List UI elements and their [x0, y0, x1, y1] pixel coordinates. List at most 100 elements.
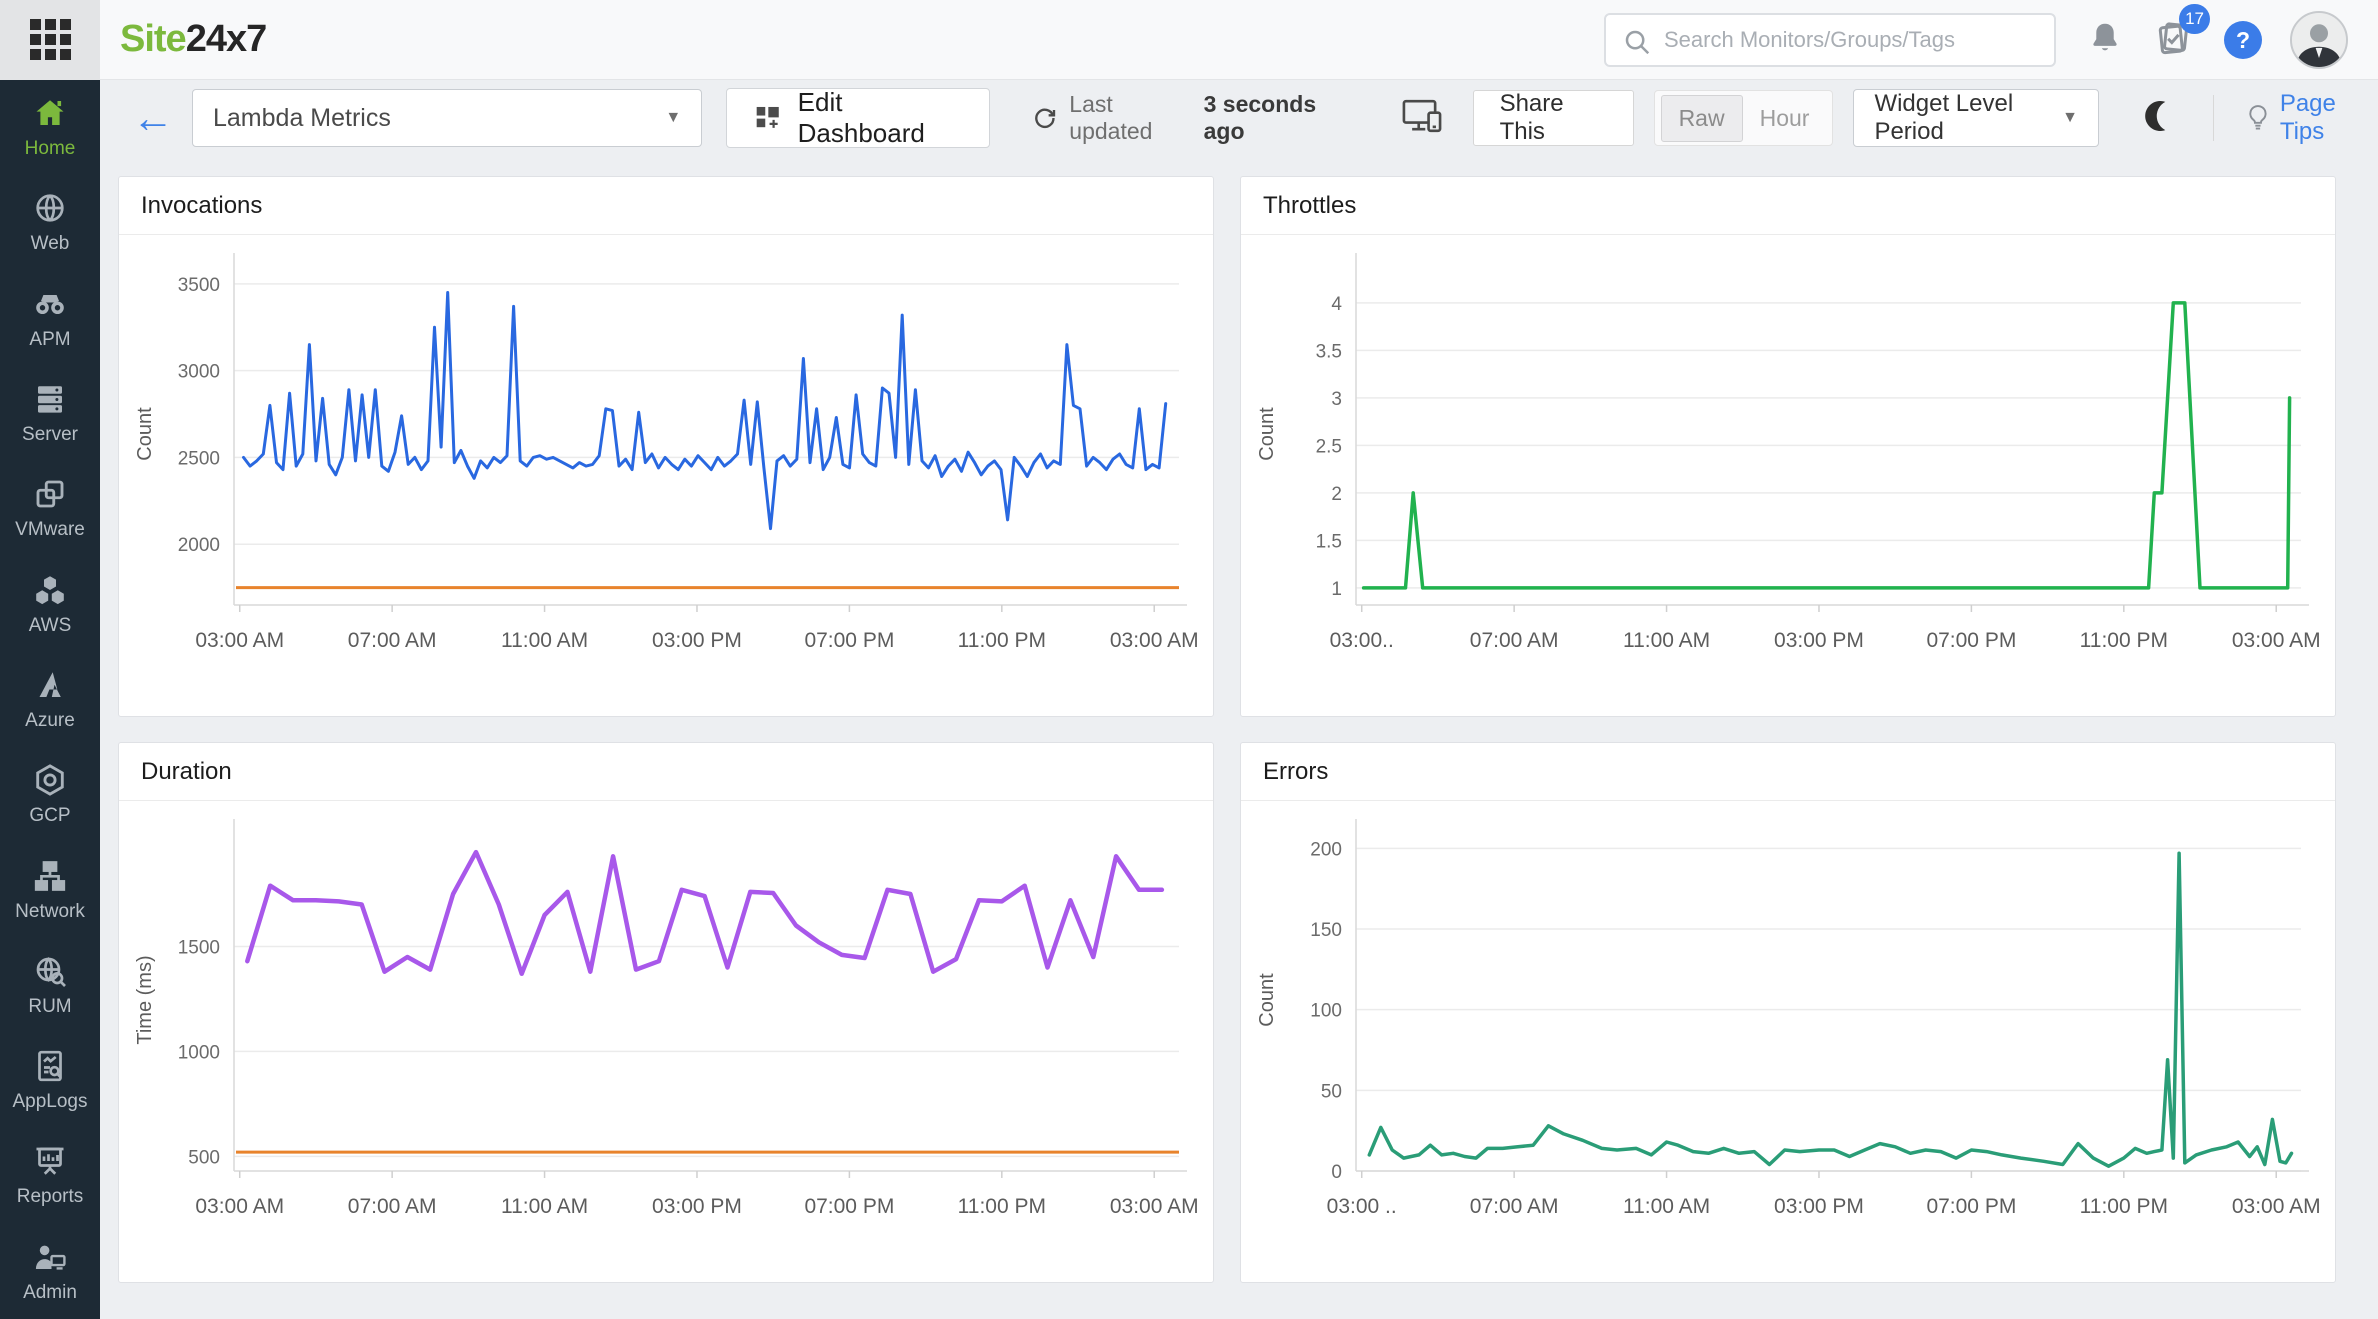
edit-dashboard-icon [756, 106, 779, 128]
last-updated-label: Last updated [1069, 91, 1153, 144]
moon-icon [2145, 100, 2166, 131]
sidebar-item-label: Reports [16, 1186, 84, 1208]
user-avatar[interactable] [2290, 11, 2348, 69]
svg-text:03:00 AM: 03:00 AM [195, 1195, 284, 1218]
dashboard-selector[interactable]: Lambda Metrics ▼ [192, 89, 703, 147]
sidebar-item-label: Web [30, 233, 70, 255]
panel-title-throttles: Throttles [1241, 177, 2335, 235]
sidebar-item-admin[interactable]: Admin [0, 1224, 100, 1319]
sidebar-item-gcp[interactable]: GCP [0, 747, 100, 842]
sidebar-item-label: RUM [28, 995, 72, 1017]
dark-mode-toggle[interactable] [2141, 98, 2177, 139]
edit-dashboard-label: Edit Dashboard [797, 87, 925, 148]
sidebar-item-label: Azure [25, 709, 75, 731]
reports-icon [36, 1148, 64, 1176]
svg-text:2000: 2000 [178, 535, 220, 556]
chevron-down-icon: ▼ [2062, 109, 2078, 126]
top-bar: Site24x7 Search Monitors/Groups/Tags 17 … [0, 0, 2378, 80]
back-button[interactable]: ← [132, 97, 174, 139]
network-icon [34, 860, 66, 891]
svg-text:3000: 3000 [178, 362, 220, 383]
toolbar-divider [2213, 95, 2214, 141]
gcp-icon [36, 764, 64, 796]
sidebar-item-server[interactable]: Server [0, 366, 100, 461]
notifications-bell-button[interactable] [2086, 19, 2124, 62]
chevron-down-icon: ▼ [665, 109, 682, 126]
svg-text:07:00 PM: 07:00 PM [1926, 629, 2016, 652]
period-selector[interactable]: Widget Level Period ▼ [1853, 89, 2099, 147]
sidebar-item-apm[interactable]: APM [0, 271, 100, 366]
sidebar-item-applogs[interactable]: AppLogs [0, 1033, 100, 1128]
sidebar-item-network[interactable]: Network [0, 842, 100, 937]
last-updated-value: 3 seconds ago [1203, 91, 1317, 144]
responsive-view-icon[interactable] [1399, 97, 1445, 140]
share-this-button[interactable]: Share This [1472, 90, 1634, 146]
sidebar-item-label: Network [15, 900, 85, 922]
svg-text:50: 50 [1321, 1081, 1342, 1102]
sidebar-item-aws[interactable]: AWS [0, 556, 100, 651]
granularity-hour-option[interactable]: Hour [1743, 96, 1827, 141]
sidebar-item-azure[interactable]: Azure [0, 652, 100, 747]
sidebar-item-rum[interactable]: RUM [0, 938, 100, 1033]
sidebar-item-home[interactable]: Home [0, 80, 100, 175]
svg-text:07:00 PM: 07:00 PM [804, 1195, 894, 1218]
alarms-tasks-button[interactable]: 17 [2154, 3, 2210, 63]
help-button[interactable]: ? [2224, 21, 2262, 59]
svg-text:2500: 2500 [178, 448, 220, 469]
svg-text:3500: 3500 [178, 275, 220, 296]
svg-text:07:00 PM: 07:00 PM [1926, 1195, 2016, 1218]
svg-text:03:00 PM: 03:00 PM [1774, 629, 1864, 652]
svg-text:4: 4 [1331, 294, 1342, 315]
granularity-raw-option[interactable]: Raw [1660, 94, 1743, 142]
svg-text:03:00 AM: 03:00 AM [2232, 629, 2321, 652]
errors-chart[interactable]: 0 50 100 150 200 03:00 .. 07:00 AM 11:00 AM 03:0… [1241, 801, 2335, 1283]
svg-text:Time (ms): Time (ms) [134, 955, 156, 1044]
invocations-chart[interactable]: 2000 2500 3000 3500 03:00 AM 07:00 AM 11:00 AM… [119, 235, 1213, 717]
svg-text:11:00 AM: 11:00 AM [1623, 1195, 1710, 1218]
svg-text:200: 200 [1310, 839, 1342, 860]
refresh-icon[interactable] [1032, 104, 1058, 132]
svg-text:3.5: 3.5 [1316, 341, 1342, 362]
svg-text:03:00 PM: 03:00 PM [652, 1195, 742, 1218]
svg-text:2: 2 [1331, 484, 1342, 505]
svg-text:07:00 AM: 07:00 AM [348, 1195, 437, 1218]
aws-icon [36, 575, 64, 604]
svg-text:03:00..: 03:00.. [1330, 629, 1394, 652]
invocations-panel: Invocations 2000 2500 3000 3500 03:00 AM 07:0… [118, 176, 1214, 717]
page-tips-button[interactable]: Page Tips [2246, 90, 2378, 146]
sidebar-item-vmware[interactable]: VMware [0, 461, 100, 556]
sidebar-item-label: Server [22, 424, 78, 446]
sidebar-item-reports[interactable]: Reports [0, 1128, 100, 1223]
svg-text:07:00 AM: 07:00 AM [348, 629, 437, 652]
app-switcher-button[interactable] [0, 0, 100, 80]
search-icon [1622, 27, 1652, 62]
svg-text:11:00 PM: 11:00 PM [958, 629, 1046, 652]
site24x7-app: Site24x7 Search Monitors/Groups/Tags 17 … [0, 0, 2378, 1319]
logo-text-24x7: 24x7 [185, 18, 268, 60]
granularity-toggle: Raw Hour [1653, 90, 1834, 146]
svg-text:1000: 1000 [178, 1042, 220, 1063]
admin-icon [35, 1245, 66, 1270]
svg-text:Count: Count [1256, 973, 1278, 1027]
svg-text:07:00 AM: 07:00 AM [1470, 629, 1559, 652]
edit-dashboard-button[interactable]: Edit Dashboard [726, 87, 990, 148]
sidebar-item-label: AWS [28, 614, 72, 636]
svg-text:1500: 1500 [178, 937, 220, 958]
sidebar-item-label: APM [29, 328, 71, 350]
throttles-chart[interactable]: 1 1.5 2 2.5 3 3.5 4 03:00.. 07:00 AM 11:00 AM 03:0… [1241, 235, 2335, 717]
panel-title-duration: Duration [119, 743, 1213, 801]
globe-icon [36, 194, 64, 223]
svg-text:11:00 AM: 11:00 AM [501, 1195, 588, 1218]
app-grid-icon [29, 19, 71, 60]
site24x7-logo[interactable]: Site24x7 [120, 18, 268, 61]
rum-icon [36, 956, 66, 987]
applogs-icon [38, 1050, 62, 1082]
last-updated: Last updated 3 seconds ago [1032, 91, 1351, 145]
dashboard-selector-value: Lambda Metrics [213, 103, 391, 132]
search-input[interactable] [1606, 15, 2054, 65]
svg-text:07:00 AM: 07:00 AM [1470, 1195, 1559, 1218]
sidebar-item-web[interactable]: Web [0, 175, 100, 270]
svg-text:11:00 PM: 11:00 PM [2080, 1195, 2168, 1218]
duration-chart[interactable]: 500 1000 1500 03:00 AM 07:00 AM 11:00 AM 03:00… [119, 801, 1213, 1283]
sidebar-item-label: Admin [23, 1281, 77, 1303]
